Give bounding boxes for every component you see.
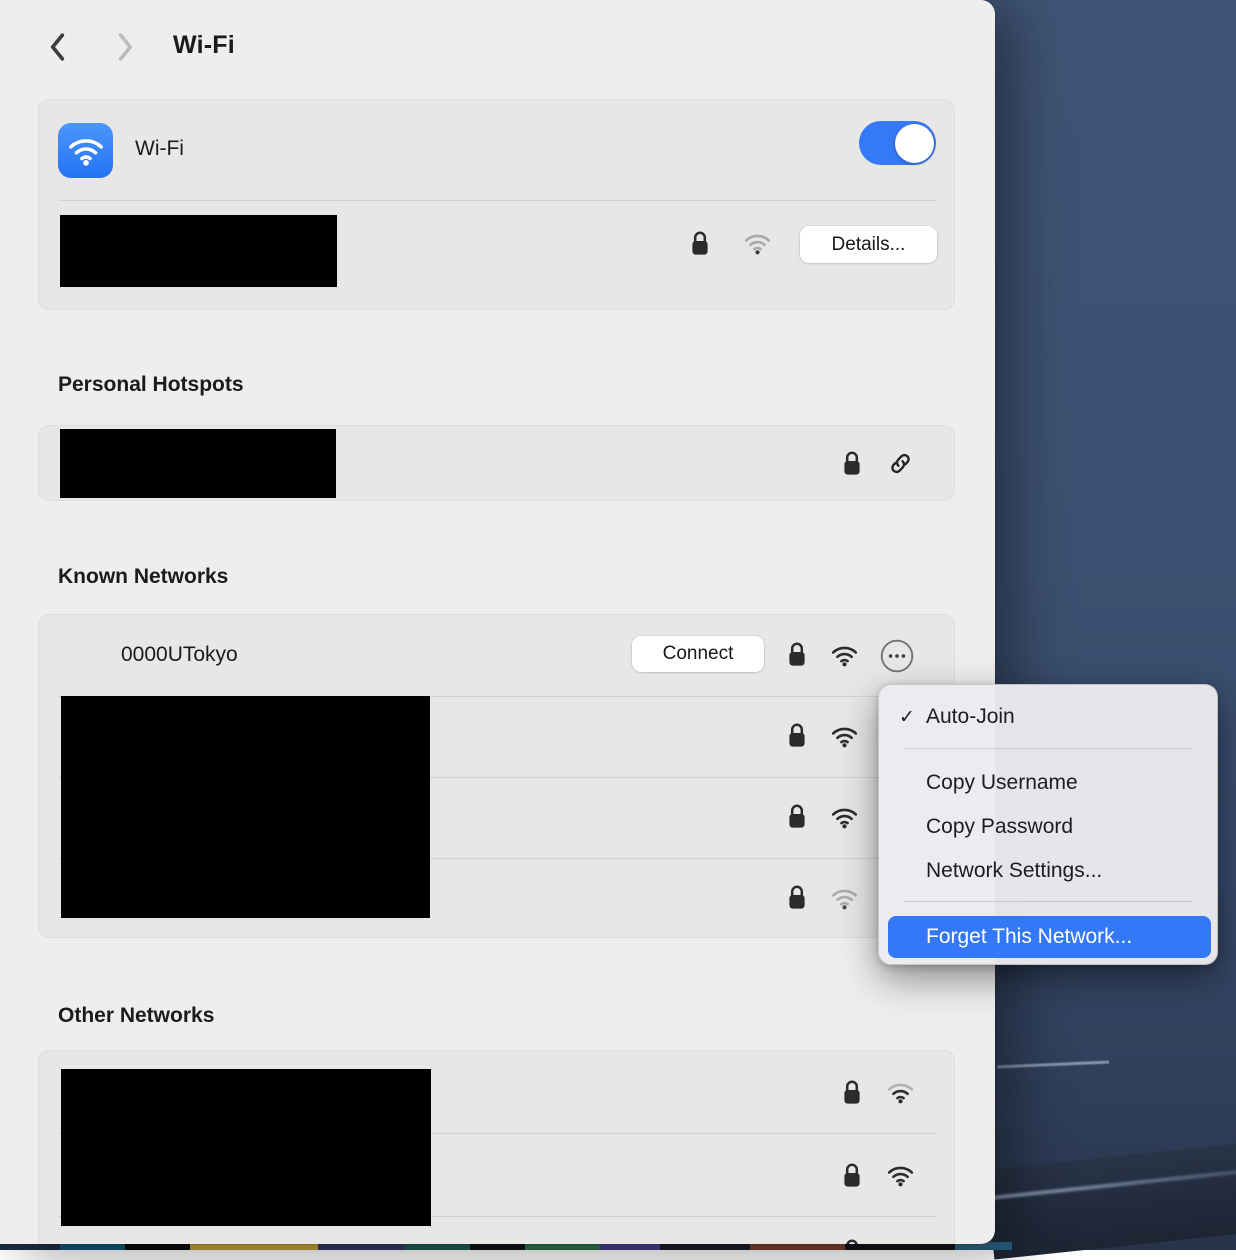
known-network-row[interactable] bbox=[39, 696, 954, 777]
checkmark-icon: ✓ bbox=[899, 706, 915, 729]
other-network-row[interactable] bbox=[39, 1134, 954, 1217]
more-options-button[interactable] bbox=[880, 639, 914, 678]
back-button[interactable] bbox=[41, 29, 73, 65]
lock-icon bbox=[841, 450, 863, 482]
network-name: 0000UTokyo bbox=[121, 643, 238, 667]
known-network-row[interactable] bbox=[39, 858, 954, 939]
ellipsis-circle-icon bbox=[880, 639, 914, 673]
system-settings-window: Wi-Fi Wi-Fi Details... Personal Hotspots bbox=[0, 0, 995, 1244]
connected-network-row[interactable]: Details... bbox=[39, 201, 954, 309]
wifi-icon bbox=[831, 644, 858, 672]
menu-divider bbox=[904, 901, 1193, 902]
other-networks-heading: Other Networks bbox=[58, 1004, 214, 1028]
menu-item-copy-password[interactable]: Copy Password bbox=[926, 815, 1073, 839]
menu-item-forget-this-network[interactable]: Forget This Network... bbox=[888, 916, 1211, 958]
redacted-hotspot-name bbox=[60, 429, 336, 498]
wifi-icon bbox=[887, 1164, 914, 1192]
wifi-icon bbox=[831, 725, 858, 753]
forward-button[interactable] bbox=[109, 29, 141, 65]
menu-item-network-settings[interactable]: Network Settings... bbox=[926, 859, 1102, 883]
known-networks-card: 0000UTokyo Connect bbox=[38, 614, 955, 938]
other-network-row[interactable] bbox=[39, 1051, 954, 1134]
lock-icon bbox=[841, 1162, 863, 1194]
menu-item-auto-join[interactable]: Auto-Join bbox=[926, 705, 1015, 729]
wifi-icon bbox=[887, 1081, 914, 1109]
toggle-knob bbox=[895, 124, 934, 163]
wifi-card: Wi-Fi Details... bbox=[38, 99, 955, 310]
wifi-app-icon bbox=[58, 123, 113, 178]
wifi-icon bbox=[831, 887, 858, 915]
lock-icon bbox=[841, 1079, 863, 1111]
personal-hotspots-card bbox=[38, 425, 955, 501]
other-network-row[interactable] bbox=[39, 1217, 954, 1244]
chevron-left-icon bbox=[48, 32, 67, 62]
wifi-toggle-switch[interactable] bbox=[859, 121, 936, 165]
menu-item-copy-username[interactable]: Copy Username bbox=[926, 771, 1078, 795]
link-icon bbox=[887, 450, 914, 482]
wifi-icon bbox=[68, 135, 104, 167]
wifi-icon bbox=[831, 806, 858, 834]
known-networks-heading: Known Networks bbox=[58, 565, 228, 589]
wifi-icon bbox=[744, 232, 771, 260]
lock-icon bbox=[786, 803, 808, 835]
connect-button[interactable]: Connect bbox=[632, 636, 764, 672]
lock-icon bbox=[786, 641, 808, 673]
hotspot-row[interactable] bbox=[39, 426, 954, 500]
lock-icon bbox=[689, 230, 711, 262]
known-network-row[interactable] bbox=[39, 777, 954, 858]
page-title: Wi-Fi bbox=[173, 31, 235, 60]
lock-icon bbox=[786, 722, 808, 754]
personal-hotspots-heading: Personal Hotspots bbox=[58, 373, 244, 397]
menu-divider bbox=[904, 748, 1193, 749]
known-network-row-0000utokyo[interactable]: 0000UTokyo Connect bbox=[39, 615, 954, 696]
details-button[interactable]: Details... bbox=[800, 226, 937, 263]
redacted-network-name bbox=[60, 215, 337, 287]
wifi-toggle-label: Wi-Fi bbox=[135, 137, 184, 161]
lock-icon bbox=[841, 1238, 863, 1244]
network-context-menu: ✓ Auto-Join Copy Username Copy Password … bbox=[878, 684, 1218, 965]
menu-item-label: Forget This Network... bbox=[926, 925, 1132, 949]
chevron-right-icon bbox=[116, 32, 135, 62]
lock-icon bbox=[786, 884, 808, 916]
other-networks-card bbox=[38, 1050, 955, 1244]
